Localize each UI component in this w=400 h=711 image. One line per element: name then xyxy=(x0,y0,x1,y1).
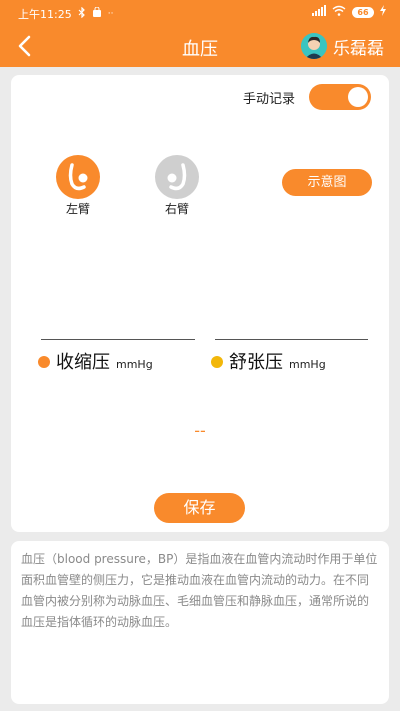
save-button[interactable]: 保存 xyxy=(154,493,245,523)
right-arm-icon[interactable] xyxy=(155,155,199,199)
systolic-dot xyxy=(38,356,50,368)
manual-record-row: 手动记录 xyxy=(243,84,371,110)
diastolic-input-line[interactable] xyxy=(215,339,368,340)
signal-icon xyxy=(312,5,326,20)
arm-option-right[interactable]: 右臂 xyxy=(152,155,202,217)
toggle-knob xyxy=(348,87,368,107)
status-time: 上午11:25 xyxy=(18,8,72,21)
arm-label-right: 右臂 xyxy=(164,202,189,216)
wifi-icon xyxy=(332,5,346,20)
bluetooth-icon xyxy=(78,6,86,22)
more-dots-icon: ·· xyxy=(107,8,114,19)
avatar[interactable] xyxy=(301,33,327,59)
systolic-label: 收缩压 xyxy=(56,352,110,373)
measurement-card: 手动记录 左臂 右臂 示意图 收缩压 mmHg 舒张压 mmHg -- 保存 xyxy=(11,75,389,532)
systolic-label-group: 收缩压 mmHg xyxy=(38,348,153,374)
arm-label-left: 左臂 xyxy=(65,202,90,216)
status-bar-right: 66 xyxy=(312,5,386,20)
systolic-input-line[interactable] xyxy=(41,339,195,340)
arm-option-left[interactable]: 左臂 xyxy=(53,155,103,217)
manual-record-toggle[interactable] xyxy=(309,84,371,110)
result-placeholder: -- xyxy=(194,421,206,440)
manual-record-label: 手动记录 xyxy=(242,91,295,107)
diastolic-unit: mmHg xyxy=(289,358,326,371)
diagram-button[interactable]: 示意图 xyxy=(282,169,372,196)
description-card: 血压（blood pressure，BP）是指血液在血管内流动时作用于单位面积血… xyxy=(11,541,389,704)
description-text: 血压（blood pressure，BP）是指血液在血管内流动时作用于单位面积血… xyxy=(21,552,378,629)
user-name: 乐磊磊 xyxy=(333,38,384,59)
diastolic-label: 舒张压 xyxy=(229,352,283,373)
left-arm-icon[interactable] xyxy=(56,155,100,199)
diastolic-label-group: 舒张压 mmHg xyxy=(211,348,326,374)
systolic-unit: mmHg xyxy=(116,358,153,371)
status-bar: 上午11:25 ·· 66 xyxy=(0,0,400,26)
status-bar-left: 上午11:25 ·· xyxy=(18,6,113,22)
user-profile[interactable]: 乐磊磊 xyxy=(301,33,384,59)
charging-icon xyxy=(380,5,386,20)
battery-icon: 66 xyxy=(352,7,374,18)
nav-bar: 血压 乐磊磊 xyxy=(0,26,400,67)
diastolic-dot xyxy=(211,356,223,368)
bag-icon xyxy=(92,6,102,22)
